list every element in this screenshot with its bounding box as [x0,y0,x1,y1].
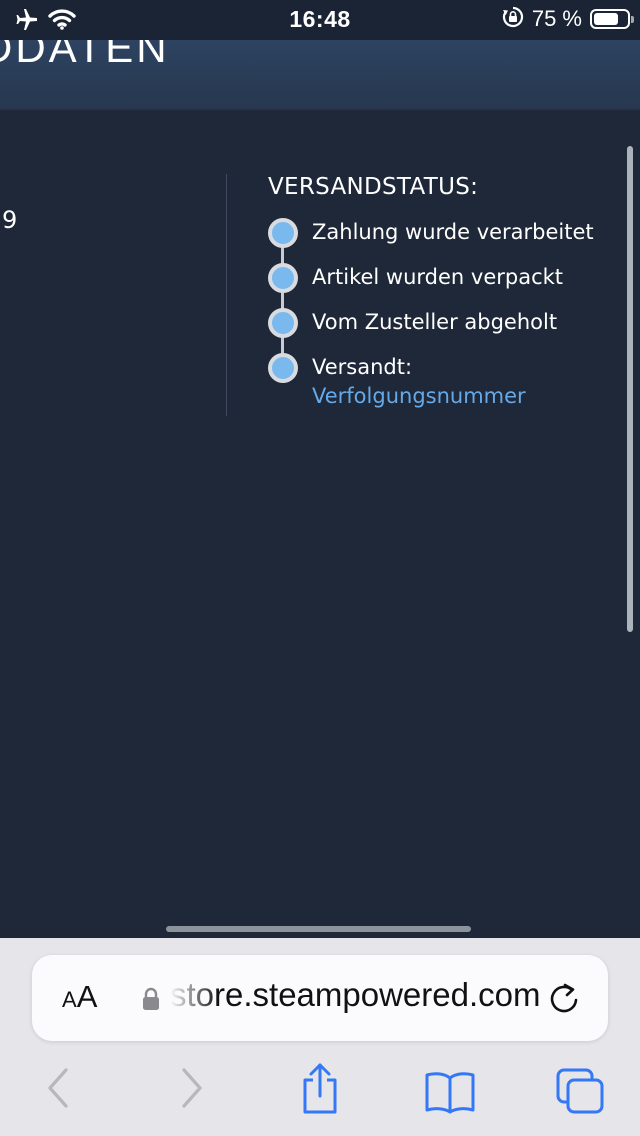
status-right: 75 % [502,6,634,32]
page-title: DDATEN [0,40,170,71]
battery-percentage: 75 % [531,6,582,31]
column-divider [226,174,227,416]
back-icon[interactable] [44,1066,72,1114]
shipping-step: Versandt: Verfolgungsnummer [268,353,628,413]
aa-small-label: A [62,987,77,1012]
url-fade [170,973,218,1021]
forward-icon[interactable] [178,1066,206,1114]
reload-icon[interactable] [548,981,580,1019]
shipping-step-label: Versandt: [312,355,413,379]
shipping-status-heading: VERSANDSTATUS: [268,174,479,200]
browser-bottom-bar: AA store.steampowered.com [0,938,640,1136]
url-text[interactable]: store.steampowered.com [170,976,550,1014]
home-indicator [166,926,471,932]
lock-icon [142,987,160,1015]
shipping-status-panel: VERSANDSTATUS: Zahlung wurde verarbeitet… [268,174,628,413]
aa-large-label: A [76,979,98,1014]
page-scrollbar[interactable] [627,146,633,632]
rotation-lock-icon [502,6,524,32]
order-detail-fragment: 9 [2,206,18,234]
tabs-icon[interactable] [556,1068,606,1120]
battery-level [594,13,618,25]
shipping-step-label: Vom Zusteller abgeholt [312,310,558,334]
step-complete-icon [268,308,298,338]
shipping-step: Zahlung wurde verarbeitet [268,218,628,263]
shipping-steps: Zahlung wurde verarbeitet Artikel wurden… [268,218,628,413]
shipping-step-shipped: Versandt: Verfolgungsnummer [312,352,526,410]
page-header: DDATEN [0,40,640,110]
step-complete-icon [268,353,298,383]
shipping-step-label: Zahlung wurde verarbeitet [312,220,594,244]
shipping-step-label: Artikel wurden verpackt [312,265,564,289]
shipping-step: Vom Zusteller abgeholt [268,308,628,353]
status-bar: 16:48 75 % [0,0,640,40]
step-complete-icon [268,263,298,293]
reader-text-size-button[interactable]: AA [62,979,97,1015]
share-icon[interactable] [299,1062,341,1120]
url-value: store.steampowered.com [170,976,541,1013]
address-bar[interactable]: AA store.steampowered.com [32,955,608,1041]
shipping-step: Artikel wurden verpackt [268,263,628,308]
battery-icon [590,9,634,29]
bookmarks-icon[interactable] [424,1070,476,1118]
step-complete-icon [268,218,298,248]
tracking-number-link[interactable]: Verfolgungsnummer [312,382,526,410]
